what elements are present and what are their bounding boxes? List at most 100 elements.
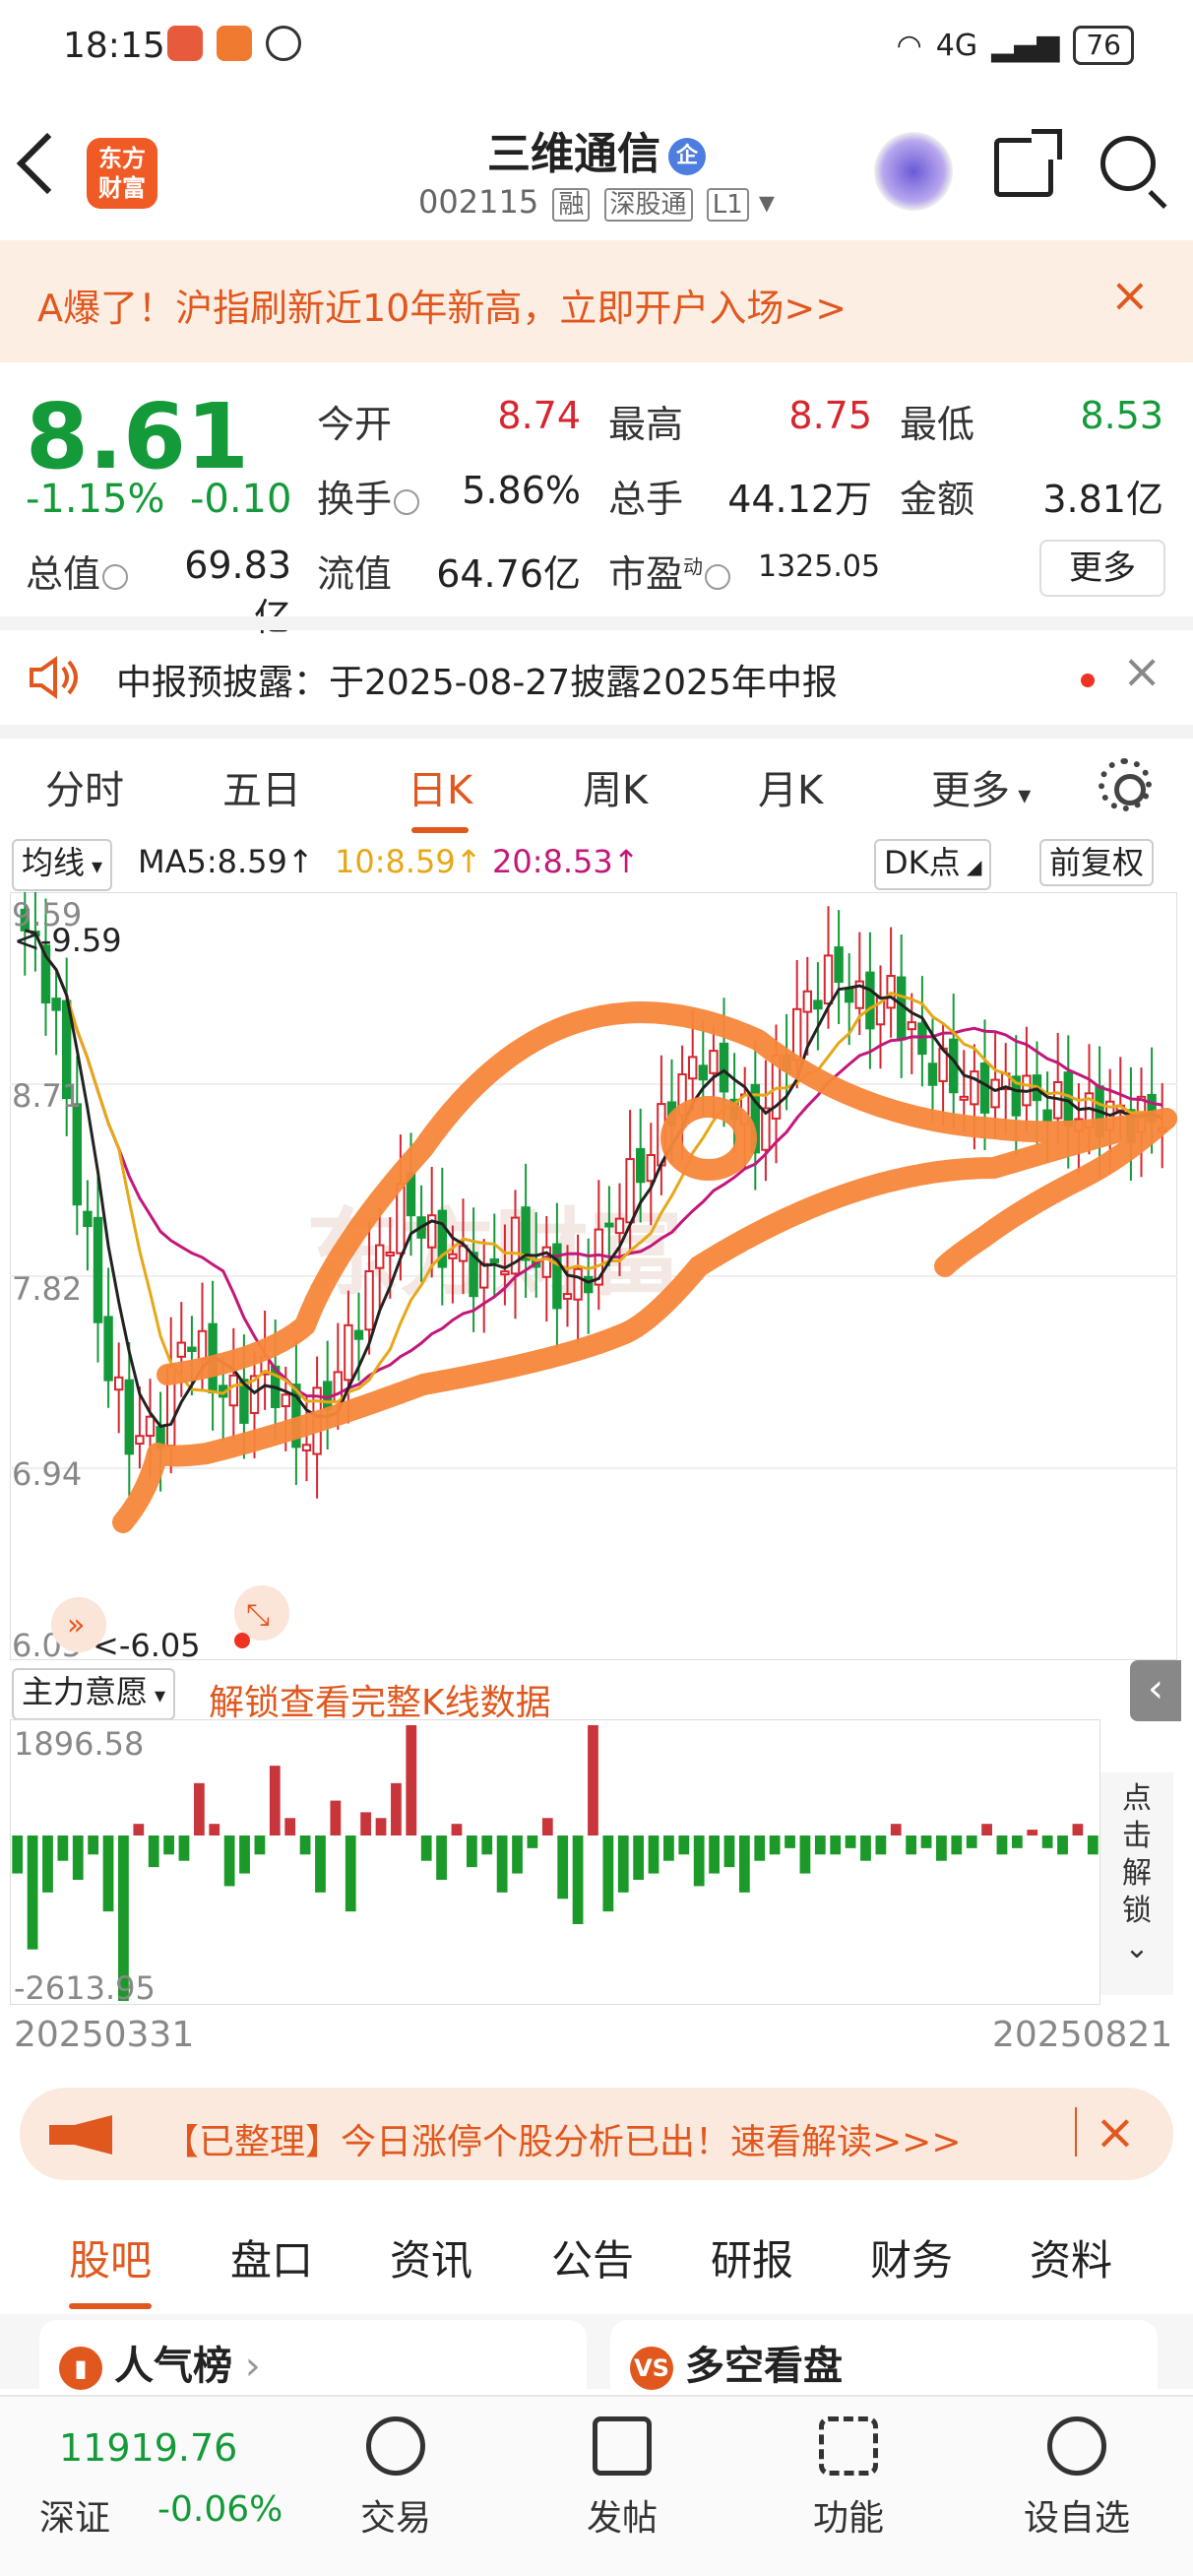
tab-intraday[interactable]: 分时 — [45, 758, 124, 815]
candle-up — [625, 1158, 635, 1224]
ma-selector-label: 均线 — [22, 844, 86, 881]
candle-up — [959, 1095, 970, 1101]
candle-down — [979, 1062, 990, 1114]
candle-up — [344, 1323, 353, 1382]
indicator-bar-negative — [254, 1835, 266, 1855]
tab-finance[interactable]: 财务 — [870, 2227, 953, 2287]
status-app-icons — [167, 26, 301, 61]
indicator-bar-negative — [512, 1835, 523, 1874]
tab-five-day[interactable]: 五日 — [222, 758, 301, 815]
indicator-selector-label: 主力意愿 — [22, 1673, 149, 1710]
candle-down — [813, 999, 823, 1010]
kline-chart[interactable]: 东方财富 9.59 8.71 7.82 6.94 6.05 <-9.59 <-6… — [10, 892, 1177, 1660]
nav-post-label: 发帖 — [586, 2498, 658, 2539]
index-value[interactable]: 11919.76 — [59, 2426, 237, 2470]
indicator-bar-positive — [375, 1818, 387, 1835]
tab-weekly-k[interactable]: 周K — [583, 758, 648, 815]
tab-profile[interactable]: 资料 — [1030, 2227, 1112, 2287]
chevron-down-icon: ⌄ — [1124, 1931, 1150, 1965]
info-icon[interactable] — [705, 563, 731, 590]
pe-value: 1325.05 — [758, 549, 881, 584]
divider — [0, 616, 1193, 630]
candle-down — [187, 1346, 197, 1352]
tab-more[interactable]: 更多 ▾ — [931, 758, 1031, 815]
side-unlock-button[interactable]: 点 击 解 锁 ⌄ — [1100, 1772, 1173, 1995]
nav-trade[interactable]: 交易 — [327, 2416, 465, 2541]
close-icon[interactable]: × — [1110, 268, 1150, 323]
wifi-icon: ◠ — [896, 28, 922, 63]
tab-guba[interactable]: 股吧 — [69, 2227, 153, 2309]
indicator-bars — [12, 1725, 1099, 2001]
indicator-bar-positive — [284, 1818, 296, 1835]
megaphone-icon — [49, 2115, 112, 2155]
unlock-char-3: 解 — [1122, 1856, 1152, 1891]
promo-banner[interactable]: A爆了！沪指刷新近10年新高，立即开户入场>> × — [0, 240, 1193, 362]
tab-research[interactable]: 研报 — [711, 2227, 793, 2287]
tab-daily-k[interactable]: 日K — [408, 758, 472, 833]
corner-arrow-icon: ◢ — [960, 855, 982, 878]
card-bull-bear[interactable]: VS 多空看盘 — [610, 2320, 1158, 2390]
index-name[interactable]: 深证 — [39, 2489, 110, 2541]
close-icon[interactable]: × — [1122, 644, 1162, 699]
indicator-bar-negative — [572, 1835, 584, 1924]
gear-icon[interactable] — [1099, 758, 1152, 811]
high-value: 8.75 — [788, 394, 872, 437]
notice-bar[interactable]: 中报预披露：于2025-08-27披露2025年中报 × — [0, 630, 1193, 725]
ma-legend-row: 均线 ▾ MA5:8.59↑ 10:8.59↑ 20:8.53↑ DK点 ◢ 前… — [0, 837, 1193, 891]
nav-features[interactable]: 功能 — [780, 2416, 917, 2541]
high-marker: <-9.59 — [14, 922, 122, 959]
indicator-bar-negative — [239, 1835, 250, 1874]
indicator-bar-positive — [269, 1766, 281, 1835]
nav-post[interactable]: 发帖 — [553, 2416, 691, 2541]
candle-down — [865, 971, 875, 1030]
tab-pankou[interactable]: 盘口 — [230, 2227, 313, 2287]
ai-assistant-icon[interactable] — [874, 132, 953, 211]
ad-text[interactable]: 【已整理】今日涨停个股分析已出！速看解读>>> — [163, 2113, 962, 2164]
pe-label-text: 市盈 — [608, 552, 684, 596]
divider — [1075, 2107, 1077, 2157]
indicator-bar-negative — [345, 1835, 356, 1912]
candle-down — [635, 1147, 646, 1184]
candle-down — [834, 946, 844, 984]
search-icon[interactable] — [1100, 136, 1156, 191]
indicator-bar-negative — [875, 1835, 887, 1855]
candle-up — [907, 1021, 917, 1031]
candle-down — [51, 998, 61, 1011]
candle-down — [489, 1257, 500, 1263]
ad-banner[interactable]: 【已整理】今日涨停个股分析已出！速看解读>>> × — [20, 2088, 1173, 2180]
low-label: 最低 — [900, 403, 975, 446]
tag-sz-connect: 深股通 — [603, 188, 693, 222]
promo-banner-text[interactable]: A爆了！沪指刷新近10年新高，立即开户入场>> — [37, 278, 847, 332]
tab-monthly-k[interactable]: 月K — [758, 758, 823, 815]
unlock-link[interactable]: 解锁查看完整K线数据 — [209, 1674, 551, 1725]
indicator-selector[interactable]: 主力意愿 ▾ — [12, 1668, 176, 1720]
tag-margin: 融 — [552, 188, 591, 222]
indicator-bar-positive — [406, 1725, 417, 1835]
divider — [0, 725, 1193, 739]
share-icon[interactable] — [994, 129, 1062, 197]
dk-point-button[interactable]: DK点 ◢ — [874, 839, 992, 890]
candle-down — [72, 1103, 83, 1206]
indicator-bar-negative — [602, 1835, 614, 1912]
collapse-chevron-icon[interactable]: ‹ — [1130, 1660, 1181, 1721]
notice-text[interactable]: 中报预披露：于2025-08-27披露2025年中报 — [116, 654, 838, 705]
chevron-down-icon: ▾ — [1010, 781, 1032, 810]
indicator-bar-negative — [223, 1835, 235, 1887]
unlock-char-4: 锁 — [1122, 1894, 1152, 1928]
adjust-button[interactable]: 前复权 — [1039, 839, 1155, 886]
enterprise-badge: 企 — [668, 138, 706, 175]
tab-announcements[interactable]: 公告 — [551, 2227, 634, 2287]
card-popularity[interactable]: ▮ 人气榜 › — [39, 2320, 587, 2390]
indicator-bar-negative — [663, 1835, 674, 1861]
ma-selector[interactable]: 均线 ▾ — [12, 839, 113, 891]
indicator-bar-positive — [1027, 1830, 1038, 1835]
eye-icon — [266, 26, 301, 61]
info-icon[interactable] — [394, 488, 420, 515]
close-icon[interactable]: × — [1095, 2103, 1136, 2160]
indicator-bar-negative — [906, 1835, 917, 1855]
info-icon[interactable] — [102, 563, 129, 590]
nav-watchlist[interactable]: 设自选 — [1008, 2416, 1146, 2541]
candle-down — [917, 1022, 927, 1056]
more-button[interactable]: 更多 — [1039, 540, 1165, 597]
tab-news[interactable]: 资讯 — [390, 2227, 472, 2287]
